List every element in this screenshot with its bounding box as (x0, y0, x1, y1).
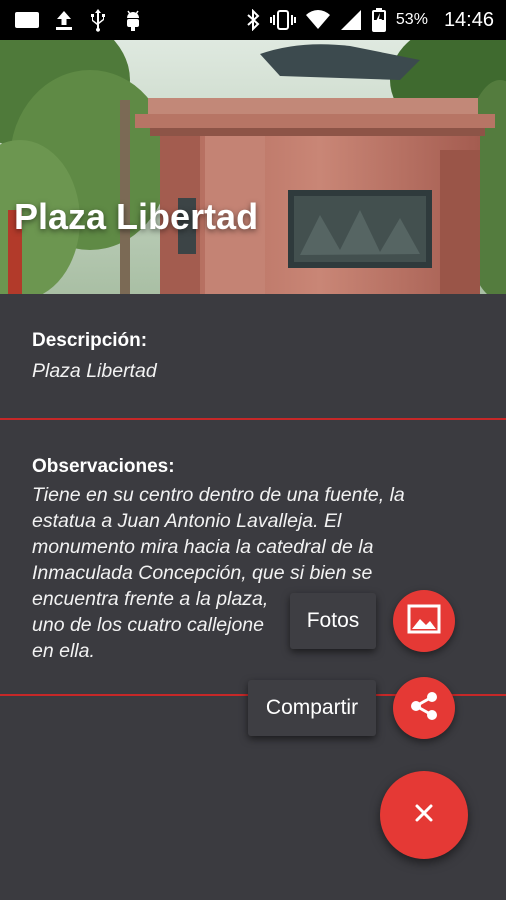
clock: 14:46 (443, 8, 494, 31)
image-icon (407, 604, 441, 639)
description-section: Descripción: Plaza Libertad (32, 330, 478, 384)
monument-photo (0, 40, 506, 294)
description-value: Plaza Libertad (32, 360, 157, 382)
vibrate-icon (269, 9, 296, 31)
bluetooth-icon (246, 9, 260, 31)
upload-icon (54, 9, 74, 31)
close-fab-button[interactable] (380, 771, 468, 859)
photos-button[interactable] (393, 590, 455, 652)
signal-icon (340, 9, 362, 31)
photos-label[interactable]: Fotos (290, 593, 376, 649)
observations-line: estatua a Juan Antonio Lavalleja. El (32, 510, 342, 532)
notification-icon (14, 11, 40, 29)
android-debug-icon (122, 8, 144, 32)
header-image: Plaza Libertad (0, 40, 506, 294)
close-icon (413, 802, 435, 829)
share-label[interactable]: Compartir (248, 680, 376, 736)
divider (0, 418, 506, 420)
status-bar-left (14, 8, 144, 32)
page-title: Plaza Libertad (14, 196, 259, 237)
battery-icon (371, 8, 386, 32)
observations-label: Observaciones: (32, 456, 175, 477)
observations-line: Inmaculada Concepción, que si bien se (32, 562, 373, 584)
share-icon (407, 689, 441, 728)
battery-percent: 53% (395, 11, 428, 28)
description-label: Descripción: (32, 330, 148, 351)
wifi-icon (305, 10, 330, 30)
status-bar-right: 53% 14:46 (246, 8, 494, 32)
observations-line: Tiene en su centro dentro de una fuente,… (32, 484, 405, 506)
status-bar: 53% 14:46 (0, 0, 506, 40)
usb-icon (88, 8, 108, 32)
observations-line: monumento mira hacia la catedral de la (32, 536, 374, 558)
share-button[interactable] (393, 677, 455, 739)
